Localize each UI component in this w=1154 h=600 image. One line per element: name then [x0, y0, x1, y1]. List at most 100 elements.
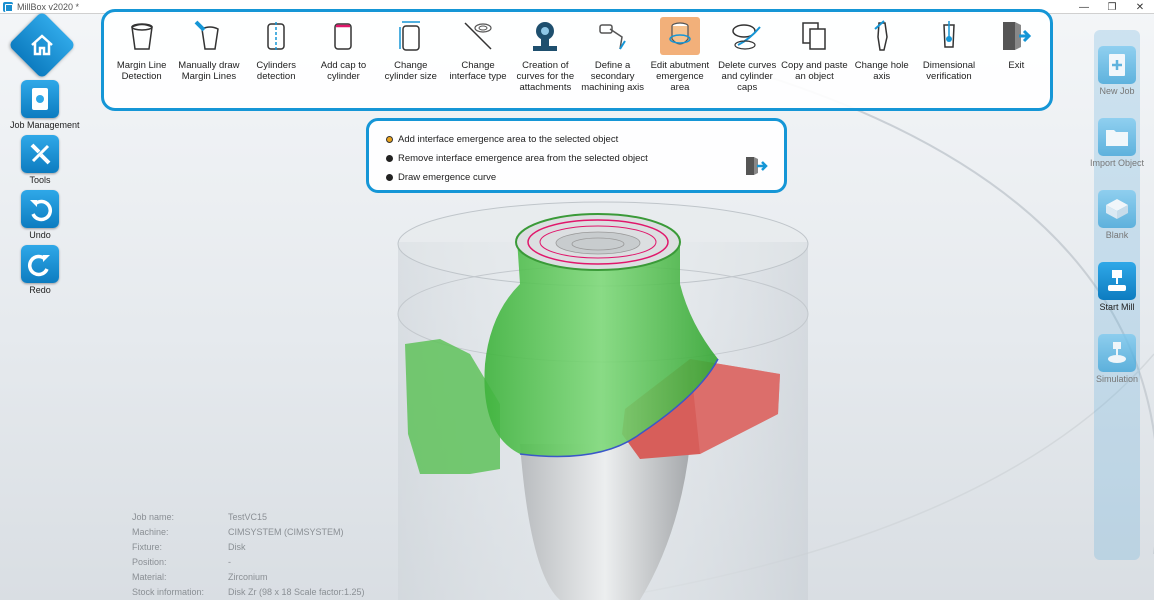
- job-info-key: Position:: [132, 557, 167, 567]
- job-info-key: Stock information:: [132, 587, 205, 597]
- tool-label: Dimensional verification: [922, 60, 976, 82]
- job-info-row: Job name: TestVC15: [132, 512, 365, 527]
- tool-edit-emergence-area[interactable]: Edit abutment emergence area: [646, 12, 713, 108]
- tool-label: Cylinders detection: [256, 60, 296, 82]
- new-job-label: New Job: [1099, 86, 1135, 96]
- radio-selected-icon: [386, 136, 393, 143]
- tool-label: Change hole axis: [854, 60, 909, 82]
- blank-button[interactable]: Blank: [1087, 190, 1147, 240]
- tool-label: Manually draw Margin Lines: [178, 60, 240, 82]
- tools-button[interactable]: Tools: [10, 135, 70, 185]
- job-info-key: Material:: [132, 572, 167, 582]
- redo-label: Redo: [29, 285, 51, 295]
- tool-dimensional-verification[interactable]: Dimensional verification: [915, 12, 982, 108]
- cylinder-detect-icon: [256, 17, 296, 55]
- tool-margin-line-detection[interactable]: Margin Line Detection: [108, 12, 175, 108]
- simulation-icon: [1098, 334, 1136, 372]
- window-title: MillBox v2020 *: [17, 1, 80, 12]
- job-info-value: Disk Zr (98 x 18 Scale factor:1.25): [228, 587, 365, 597]
- restore-button[interactable]: ❐: [1098, 0, 1126, 14]
- job-info-row: Machine: CIMSYSTEM (CIMSYSTEM): [132, 527, 365, 542]
- folder-icon: [1098, 118, 1136, 156]
- tool-change-hole-axis[interactable]: Change hole axis: [848, 12, 915, 108]
- undo-icon: [21, 190, 59, 228]
- minimize-button[interactable]: —: [1070, 0, 1098, 14]
- blank-icon: [1098, 190, 1136, 228]
- job-info-key: Job name:: [132, 512, 175, 522]
- app-icon: [3, 1, 13, 12]
- option-remove-emergence[interactable]: Remove interface emergence area from the…: [386, 149, 784, 168]
- job-management-icon: [21, 80, 59, 118]
- job-management-button[interactable]: Job Management: [10, 80, 80, 130]
- tool-change-cylinder-size[interactable]: Change cylinder size: [377, 12, 444, 108]
- job-info-key: Machine:: [132, 527, 169, 537]
- job-info-key: Fixture:: [132, 542, 163, 552]
- redo-button[interactable]: Redo: [10, 245, 70, 295]
- tool-label: Margin Line Detection: [116, 60, 167, 82]
- undo-label: Undo: [29, 230, 51, 240]
- exit-icon: [996, 17, 1036, 55]
- tool-add-cap[interactable]: Add cap to cylinder: [310, 12, 377, 108]
- tool-label: Creation of curves for the attachments: [516, 60, 575, 93]
- exit-icon: [746, 157, 768, 175]
- redo-icon: [21, 245, 59, 283]
- start-mill-label: Start Mill: [1099, 302, 1135, 312]
- job-info-value: TestVC15: [228, 512, 268, 522]
- draw-margin-icon: [189, 17, 229, 55]
- new-job-button[interactable]: New Job: [1087, 46, 1147, 96]
- tool-manually-draw-margin[interactable]: Manually draw Margin Lines: [175, 12, 242, 108]
- job-info-value: Zirconium: [228, 572, 268, 582]
- simulation-button[interactable]: Simulation: [1087, 334, 1147, 384]
- tool-change-interface-type[interactable]: Change interface type: [444, 12, 511, 108]
- cylinder-size-icon: [391, 17, 431, 55]
- new-job-icon: [1098, 46, 1136, 84]
- interface-type-icon: [458, 17, 498, 55]
- emergence-options-panel: Add interface emergence area to the sele…: [366, 118, 787, 193]
- close-button[interactable]: ✕: [1126, 0, 1154, 14]
- tool-copy-paste[interactable]: Copy and paste an object: [781, 12, 848, 108]
- job-info-row: Position: -: [132, 557, 365, 572]
- job-info-row: Stock information: Disk Zr (98 x 18 Scale…: [132, 587, 365, 600]
- undo-button[interactable]: Undo: [10, 190, 70, 240]
- option-label: Remove interface emergence area from the…: [398, 153, 648, 164]
- tools-label: Tools: [29, 175, 51, 185]
- start-mill-icon: [1098, 262, 1136, 300]
- option-add-emergence[interactable]: Add interface emergence area to the sele…: [386, 130, 784, 149]
- copy-paste-icon: [794, 17, 834, 55]
- radio-icon: [386, 155, 393, 162]
- tool-delete-curves[interactable]: Delete curves and cylinder caps: [714, 12, 781, 108]
- home-button[interactable]: [8, 11, 76, 79]
- tool-cylinders-detection[interactable]: Cylinders detection: [243, 12, 310, 108]
- attachment-curves-icon: [525, 17, 565, 55]
- secondary-axis-icon: [593, 17, 633, 55]
- tool-label: Edit abutment emergence area: [650, 60, 710, 93]
- tool-label: Delete curves and cylinder caps: [718, 60, 777, 93]
- start-mill-button[interactable]: Start Mill: [1087, 262, 1147, 312]
- import-object-button[interactable]: Import Object: [1087, 118, 1147, 168]
- tool-label: Define a secondary machining axis: [581, 60, 645, 93]
- tool-label: Change interface type: [449, 60, 507, 82]
- option-draw-curve[interactable]: Draw emergence curve: [386, 168, 784, 187]
- job-info-row: Material: Zirconium: [132, 572, 365, 587]
- panel-exit-button[interactable]: [744, 155, 768, 182]
- abutment-toolbar: Margin Line Detection Manually draw Marg…: [101, 9, 1053, 111]
- cap-cylinder-icon: [323, 17, 363, 55]
- hole-axis-icon: [862, 17, 902, 55]
- tool-secondary-axis[interactable]: Define a secondary machining axis: [579, 12, 646, 108]
- tool-attachment-curves[interactable]: Creation of curves for the attachments: [512, 12, 579, 108]
- job-management-label: Job Management: [10, 120, 80, 130]
- blank-label: Blank: [1105, 230, 1129, 240]
- option-label: Draw emergence curve: [398, 172, 497, 183]
- tool-label: Exit: [1008, 60, 1025, 71]
- margin-line-icon: [122, 17, 162, 55]
- tool-label: Add cap to cylinder: [320, 60, 367, 82]
- simulation-label: Simulation: [1095, 374, 1139, 384]
- tool-exit[interactable]: Exit: [983, 12, 1050, 108]
- home-icon: [8, 11, 76, 79]
- job-info-value: -: [228, 557, 231, 567]
- emergence-area-icon: [659, 17, 700, 55]
- tools-icon: [21, 135, 59, 173]
- radio-icon: [386, 174, 393, 181]
- tool-label: Change cylinder size: [384, 60, 437, 82]
- delete-curves-icon: [727, 17, 767, 55]
